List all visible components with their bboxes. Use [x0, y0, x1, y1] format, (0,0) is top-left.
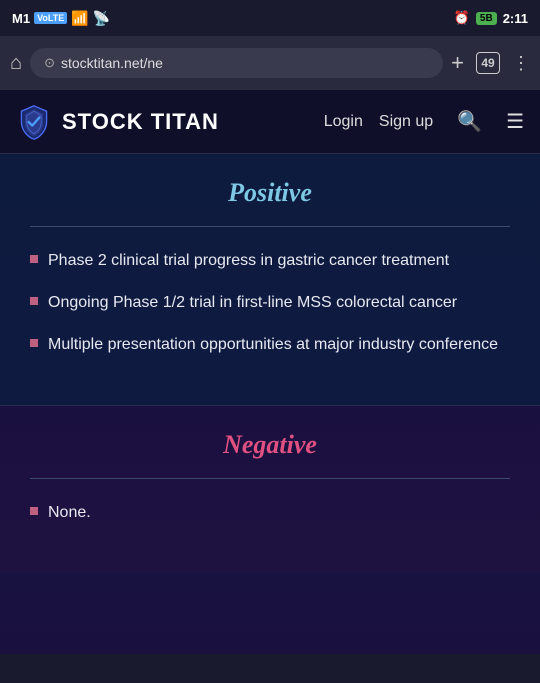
list-item: Multiple presentation opportunities at m… [30, 333, 510, 357]
tab-count-badge[interactable]: 49 [476, 52, 500, 74]
alarm-icon: ⏰ [454, 10, 470, 26]
hamburger-icon[interactable]: ☰ [506, 109, 524, 134]
address-bar[interactable]: ⊙ stocktitan.net/ne [30, 48, 443, 78]
signup-link[interactable]: Sign up [379, 113, 433, 131]
new-tab-icon[interactable]: + [451, 50, 464, 76]
carrier-label: M1 [12, 11, 30, 26]
home-icon[interactable]: ⌂ [10, 52, 22, 75]
positive-item-1: Phase 2 clinical trial progress in gastr… [48, 249, 449, 273]
negative-list: None. [30, 501, 510, 525]
time-display: 2:11 [503, 11, 528, 26]
negative-item-1: None. [48, 501, 91, 525]
bullet-icon [30, 507, 38, 515]
volte-badge: VoLTE [34, 12, 67, 24]
bullet-icon [30, 255, 38, 263]
positive-item-3: Multiple presentation opportunities at m… [48, 333, 498, 357]
positive-divider [30, 226, 510, 227]
signal-icon: 📶 [71, 10, 88, 27]
positive-section: Positive Phase 2 clinical trial progress… [0, 154, 540, 405]
nav-bar: STOCK TITAN Login Sign up 🔍 ☰ [0, 90, 540, 154]
logo-text: STOCK TITAN [62, 109, 219, 135]
list-item: Phase 2 clinical trial progress in gastr… [30, 249, 510, 273]
security-icon: ⊙ [44, 55, 55, 71]
battery-icon: 5B [476, 12, 497, 25]
list-item: None. [30, 501, 510, 525]
logo-area: STOCK TITAN [16, 104, 324, 140]
search-icon[interactable]: 🔍 [457, 109, 482, 134]
status-right: ⏰ 5B 2:11 [454, 10, 528, 26]
browser-bar: ⌂ ⊙ stocktitan.net/ne + 49 ⋮ [0, 36, 540, 90]
wifi-icon: 📡 [93, 10, 110, 27]
list-item: Ongoing Phase 1/2 trial in first-line MS… [30, 291, 510, 315]
positive-list: Phase 2 clinical trial progress in gastr… [30, 249, 510, 357]
status-bar: M1 VoLTE 📶 📡 ⏰ 5B 2:11 [0, 0, 540, 36]
positive-item-2: Ongoing Phase 1/2 trial in first-line MS… [48, 291, 457, 315]
negative-section: Negative None. [0, 405, 540, 573]
browser-actions: + 49 ⋮ [451, 50, 530, 76]
negative-divider [30, 478, 510, 479]
negative-title: Negative [30, 430, 510, 460]
nav-links: Login Sign up 🔍 ☰ [324, 109, 524, 134]
positive-title: Positive [30, 178, 510, 208]
address-text: stocktitan.net/ne [61, 55, 163, 71]
bullet-icon [30, 339, 38, 347]
logo-icon [16, 104, 52, 140]
bullet-icon [30, 297, 38, 305]
status-left: M1 VoLTE 📶 📡 [12, 10, 110, 27]
more-options-icon[interactable]: ⋮ [512, 53, 530, 74]
login-link[interactable]: Login [324, 113, 363, 131]
main-content: Positive Phase 2 clinical trial progress… [0, 154, 540, 654]
